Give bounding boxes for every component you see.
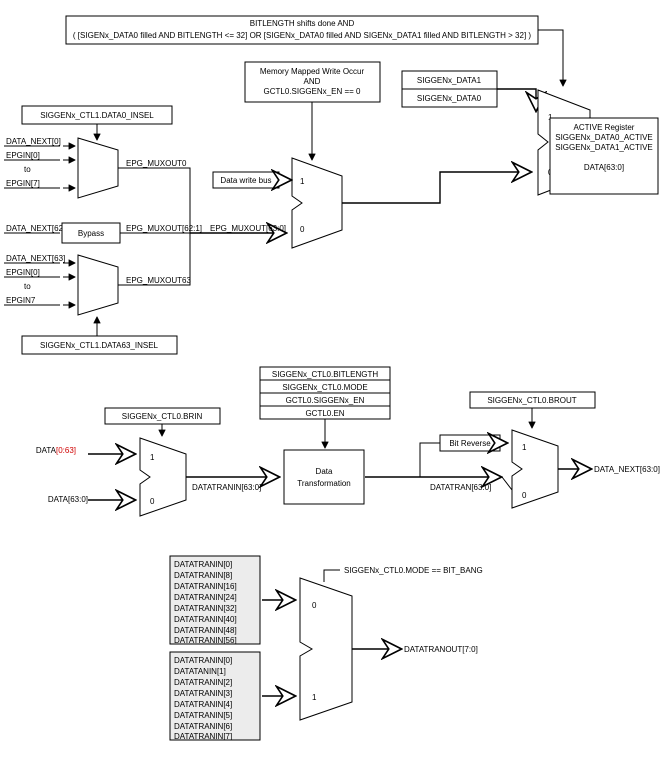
active-reg-data: DATA[63:0] — [584, 163, 624, 172]
lb0: DATATRANIN[0] — [174, 656, 232, 665]
epg-bus-label: EPG_MUXOUT[63:0] — [210, 224, 286, 233]
in-top-b: EPGIN[0] — [6, 151, 40, 160]
datatran-label: DATATRAN[63:0] — [430, 483, 491, 492]
brin-mux — [140, 438, 186, 516]
data-next-label: DATA_NEXT[63:0] — [594, 465, 660, 474]
bitbang-mux — [300, 578, 352, 720]
datatranin-label: DATATRANIN[63:0] — [192, 483, 261, 492]
brout-mux — [512, 430, 558, 508]
center-mux-0: 0 — [300, 225, 305, 234]
data-transform-l2: Transformation — [297, 479, 351, 488]
mux-top-left — [78, 138, 118, 198]
mux-bot-left — [78, 255, 118, 315]
top-condition-line2: ( [SIGENx_DATA0 filled AND BITLENGTH <= … — [73, 31, 531, 40]
ctl-block-l4: GCTL0.EN — [305, 409, 344, 418]
bitbang-mux-0: 0 — [312, 601, 317, 610]
memwrite-line1: Memory Mapped Write Occur — [260, 67, 365, 76]
data-write-bus-label: Data write bus — [220, 176, 271, 185]
bypass-label: Bypass — [78, 229, 104, 238]
epg-muxout-mid: EPG_MUXOUT[62:1] — [126, 224, 202, 233]
brin-mux-1: 1 — [150, 453, 155, 462]
siggen-data1-label: SIGGENx_DATA1 — [417, 76, 482, 85]
lb7: DATATRANIN[7] — [174, 732, 232, 741]
data-fwd-label: DATA[63:0] — [48, 495, 88, 504]
data-transform-box — [284, 450, 364, 504]
in-bot-d: EPGIN7 — [6, 296, 36, 305]
lb5: DATATRANIN[5] — [174, 711, 232, 720]
sigdata-to-bigmux — [497, 89, 536, 110]
lb4: DATATRANIN[4] — [174, 700, 232, 709]
lt0: DATATRANIN[0] — [174, 560, 232, 569]
lt3: DATATRANIN[24] — [174, 593, 237, 602]
datatranout-label: DATATRANOUT[7:0] — [404, 645, 478, 654]
active-reg-l1: SIGGENx_DATA0_ACTIVE — [555, 133, 653, 142]
active-reg-l2: SIGGENx_DATA1_ACTIVE — [555, 143, 653, 152]
lt4: DATATRANIN[32] — [174, 604, 237, 613]
in-top-a: DATA_NEXT[0] — [6, 137, 61, 146]
data-transform-l1: Data — [316, 467, 333, 476]
centermux-to-bigmux — [342, 172, 530, 203]
in-top-c: to — [24, 165, 31, 174]
in-bot-a: DATA_NEXT[63] — [6, 254, 65, 263]
in-top-d: EPGIN[7] — [6, 179, 40, 188]
data-rev-label: DATA — [36, 446, 57, 455]
lt5: DATATRANIN[40] — [174, 615, 237, 624]
top-condition-line1: BITLENGTH shifts done AND — [250, 19, 355, 28]
epg-muxout63: EPG_MUXOUT63 — [126, 276, 191, 285]
bitbang-cond: SIGGENx_CTL0.MODE == BIT_BANG — [344, 566, 483, 575]
lb1: DATATANIN[1] — [174, 667, 226, 676]
center-mux — [292, 158, 342, 248]
lt1: DATATRANIN[8] — [174, 571, 232, 580]
lb3: DATATRANIN[3] — [174, 689, 232, 698]
lt2: DATATRANIN[16] — [174, 582, 237, 591]
data-rev-idx: [0:63] — [56, 446, 76, 455]
top-cond-to-bigmux — [538, 30, 563, 86]
lt7: DATATRANIN[56] — [174, 636, 237, 645]
in-bot-c: to — [24, 282, 31, 291]
brin-label: SIGGENx_CTL0.BRIN — [122, 412, 203, 421]
brout-mux-1: 1 — [522, 443, 527, 452]
brout-label: SIGGENx_CTL0.BROUT — [487, 396, 576, 405]
lt6: DATATRANIN[48] — [174, 626, 237, 635]
memwrite-line2: AND — [304, 77, 321, 86]
bitbang-mux-1: 1 — [312, 693, 317, 702]
lb6: DATATRANIN[6] — [174, 722, 232, 731]
bitrev-label: Bit Reverse — [449, 439, 491, 448]
brin-mux-0: 0 — [150, 497, 155, 506]
epg-muxout0: EPG_MUXOUT0 — [126, 159, 187, 168]
in-bot-b: EPGIN[0] — [6, 268, 40, 277]
siggen-data0-label: SIGGENx_DATA0 — [417, 94, 482, 103]
ctl1-top-label: SIGGENx_CTL1.DATA0_INSEL — [40, 111, 154, 120]
ctl-block-l2: SIGGENx_CTL0.MODE — [282, 383, 367, 392]
memwrite-line3: GCTL0.SIGGENx_EN == 0 — [264, 87, 361, 96]
active-reg-title: ACTIVE Register — [574, 123, 635, 132]
center-mux-1: 1 — [300, 177, 305, 186]
brout-mux-0: 0 — [522, 491, 527, 500]
ctl1-bot-label: SIGGENx_CTL1.DATA63_INSEL — [40, 341, 159, 350]
ctl-block-l1: SIGGENx_CTL0.BITLENGTH — [272, 370, 378, 379]
lb2: DATATRANIN[2] — [174, 678, 232, 687]
ctl-block-l3: GCTL0.SIGGENx_EN — [286, 396, 365, 405]
